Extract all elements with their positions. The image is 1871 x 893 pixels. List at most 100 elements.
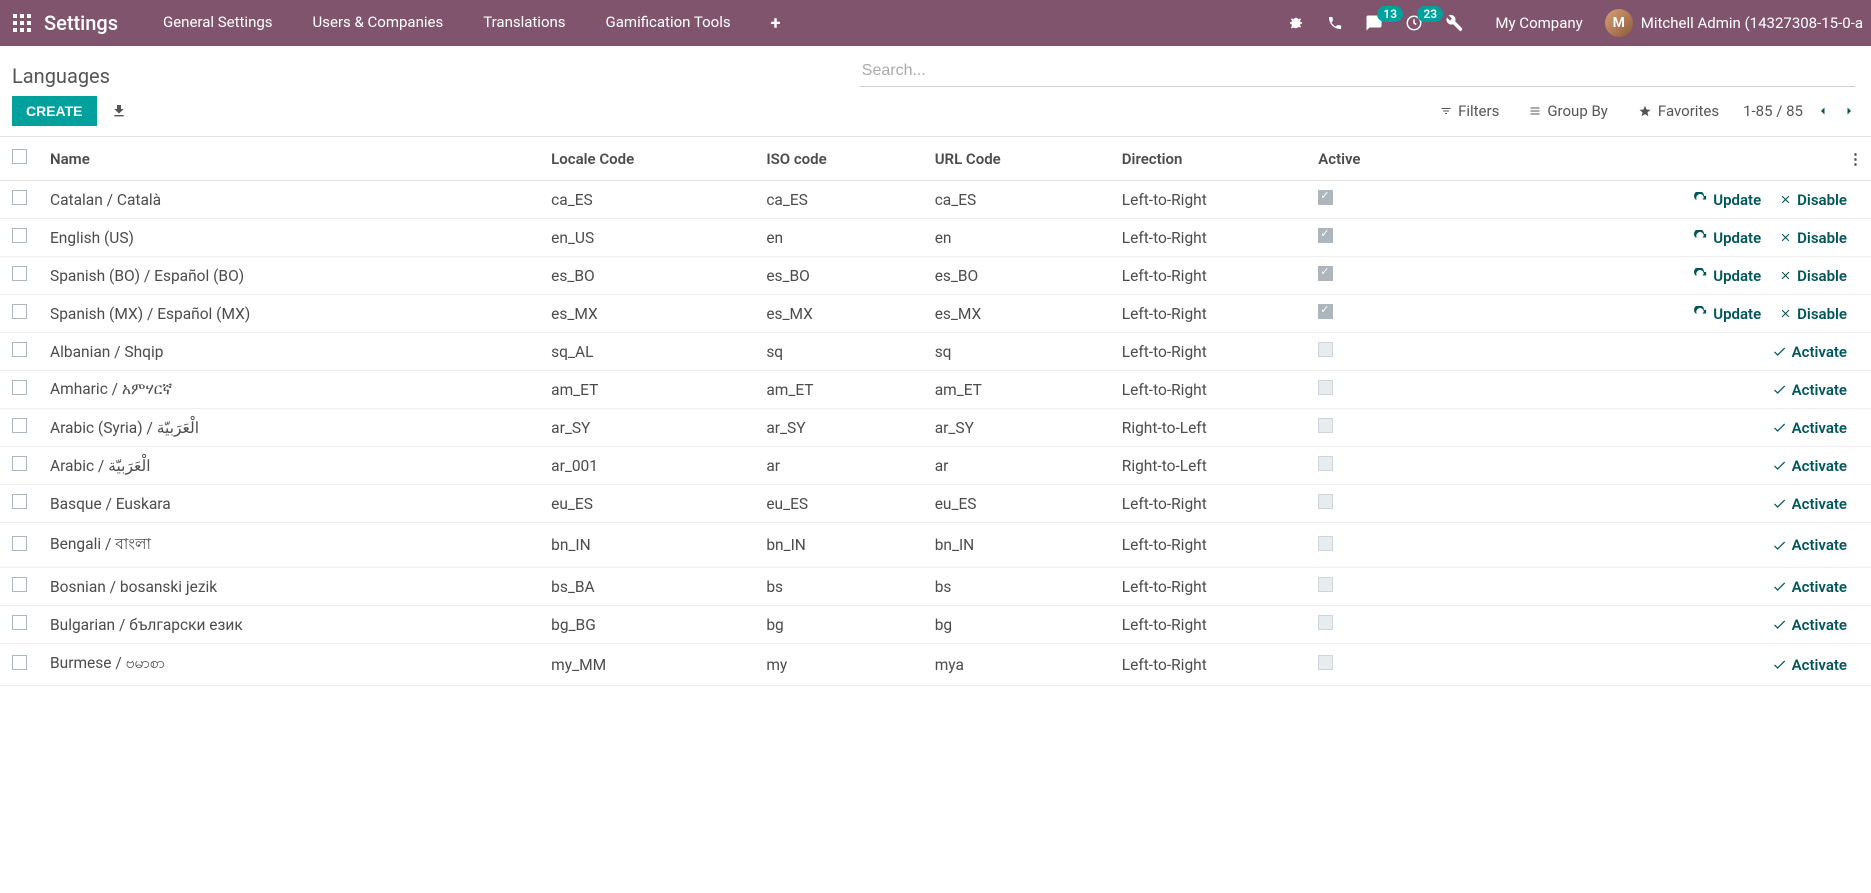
- cell-active: [1310, 333, 1469, 371]
- row-checkbox[interactable]: [12, 456, 27, 471]
- row-checkbox[interactable]: [12, 615, 27, 630]
- row-checkbox[interactable]: [12, 418, 27, 433]
- activate-button[interactable]: Activate: [1772, 457, 1847, 475]
- row-checkbox[interactable]: [12, 494, 27, 509]
- active-checkbox[interactable]: [1318, 304, 1333, 319]
- update-button[interactable]: Update: [1693, 267, 1761, 285]
- user-menu[interactable]: M Mitchell Admin (14327308-15-0-a: [1605, 9, 1863, 37]
- row-checkbox[interactable]: [12, 342, 27, 357]
- active-checkbox[interactable]: [1318, 342, 1333, 357]
- menu-gamification[interactable]: Gamification Tools: [606, 13, 731, 34]
- page-title: Languages: [12, 56, 110, 88]
- active-checkbox[interactable]: [1318, 615, 1333, 630]
- messages-icon[interactable]: 13: [1365, 14, 1383, 32]
- col-locale[interactable]: Locale Code: [543, 137, 758, 181]
- table-row[interactable]: Bosnian / bosanski jezikbs_BAbsbsLeft-to…: [0, 568, 1871, 606]
- cell-locale: bg_BG: [543, 606, 758, 644]
- table-row[interactable]: Arabic / الْعَرَبيّةar_001ararRight-to-L…: [0, 447, 1871, 485]
- update-button[interactable]: Update: [1693, 229, 1761, 247]
- groupby-label: Group By: [1547, 102, 1608, 120]
- activate-button[interactable]: Activate: [1772, 578, 1847, 596]
- company-selector[interactable]: My Company: [1495, 14, 1582, 32]
- columns-more-icon[interactable]: ⋮: [1840, 137, 1871, 181]
- create-button[interactable]: CREATE: [12, 96, 97, 126]
- activate-button[interactable]: Activate: [1772, 656, 1847, 674]
- active-checkbox[interactable]: [1318, 190, 1333, 205]
- active-checkbox[interactable]: [1318, 228, 1333, 243]
- active-checkbox[interactable]: [1318, 655, 1333, 670]
- groupby-button[interactable]: Group By: [1529, 102, 1608, 120]
- col-direction[interactable]: Direction: [1114, 137, 1310, 181]
- col-url[interactable]: URL Code: [927, 137, 1114, 181]
- table-row[interactable]: English (US)en_USenenLeft-to-RightUpdate…: [0, 219, 1871, 257]
- row-checkbox[interactable]: [12, 304, 27, 319]
- active-checkbox[interactable]: [1318, 266, 1333, 281]
- filters-button[interactable]: Filters: [1440, 102, 1499, 120]
- col-name[interactable]: Name: [38, 137, 543, 181]
- menu-users-companies[interactable]: Users & Companies: [313, 13, 444, 34]
- row-checkbox[interactable]: [12, 577, 27, 592]
- activities-icon[interactable]: 23: [1405, 14, 1423, 32]
- update-button[interactable]: Update: [1693, 305, 1761, 323]
- phone-icon[interactable]: [1327, 15, 1343, 31]
- table-row[interactable]: Amharic / አምሃርኛam_ETam_ETam_ETLeft-to-Ri…: [0, 371, 1871, 409]
- cell-url: mya: [927, 644, 1114, 686]
- menu-translations[interactable]: Translations: [483, 13, 565, 34]
- row-checkbox[interactable]: [12, 228, 27, 243]
- menu-general-settings[interactable]: General Settings: [163, 13, 273, 34]
- activate-button[interactable]: Activate: [1772, 343, 1847, 361]
- cell-active: [1310, 371, 1469, 409]
- disable-button[interactable]: Disable: [1779, 191, 1847, 209]
- table-row[interactable]: Basque / Euskaraeu_ESeu_ESeu_ESLeft-to-R…: [0, 485, 1871, 523]
- active-checkbox[interactable]: [1318, 456, 1333, 471]
- bug-icon[interactable]: [1287, 14, 1305, 32]
- pager-next[interactable]: [1843, 104, 1855, 118]
- table-row[interactable]: Bulgarian / български езикbg_BGbgbgLeft-…: [0, 606, 1871, 644]
- table-row[interactable]: Bengali / বাংলাbn_INbn_INbn_INLeft-to-Ri…: [0, 523, 1871, 568]
- active-checkbox[interactable]: [1318, 577, 1333, 592]
- row-checkbox[interactable]: [12, 190, 27, 205]
- row-checkbox[interactable]: [12, 655, 27, 670]
- cell-iso: en: [758, 219, 926, 257]
- table-row[interactable]: Spanish (MX) / Español (MX)es_MXes_MXes_…: [0, 295, 1871, 333]
- active-checkbox[interactable]: [1318, 494, 1333, 509]
- cell-direction: Left-to-Right: [1114, 523, 1310, 568]
- active-checkbox[interactable]: [1318, 380, 1333, 395]
- pager-prev[interactable]: [1817, 104, 1829, 118]
- cell-active: [1310, 409, 1469, 447]
- table-row[interactable]: Catalan / Catalàca_ESca_ESca_ESLeft-to-R…: [0, 181, 1871, 219]
- activate-button[interactable]: Activate: [1772, 536, 1847, 554]
- table-row[interactable]: Burmese / ဗမာစာmy_MMmymyaLeft-to-RightAc…: [0, 644, 1871, 686]
- disable-button[interactable]: Disable: [1779, 229, 1847, 247]
- brand-title[interactable]: Settings: [44, 11, 118, 35]
- table-row[interactable]: Albanian / Shqipsq_ALsqsqLeft-to-RightAc…: [0, 333, 1871, 371]
- active-checkbox[interactable]: [1318, 536, 1333, 551]
- menu-add[interactable]: +: [771, 13, 781, 34]
- pager-text: 1-85 / 85: [1743, 102, 1803, 120]
- col-active[interactable]: Active: [1310, 137, 1469, 181]
- import-button[interactable]: [111, 103, 127, 119]
- cell-locale: am_ET: [543, 371, 758, 409]
- col-iso[interactable]: ISO code: [758, 137, 926, 181]
- table-row[interactable]: Arabic (Syria) / الْعَرَبيّةar_SYar_SYar…: [0, 409, 1871, 447]
- row-checkbox[interactable]: [12, 536, 27, 551]
- select-all-checkbox[interactable]: [12, 149, 27, 164]
- table-row[interactable]: Spanish (BO) / Español (BO)es_BOes_BOes_…: [0, 257, 1871, 295]
- row-checkbox[interactable]: [12, 266, 27, 281]
- disable-button[interactable]: Disable: [1779, 305, 1847, 323]
- apps-icon[interactable]: [8, 9, 36, 37]
- cell-iso: eu_ES: [758, 485, 926, 523]
- row-checkbox[interactable]: [12, 380, 27, 395]
- activate-button[interactable]: Activate: [1772, 419, 1847, 437]
- activate-button[interactable]: Activate: [1772, 616, 1847, 634]
- activate-button[interactable]: Activate: [1772, 495, 1847, 513]
- control-panel: CREATE Filters Group By Favorites 1-85 /…: [0, 88, 1871, 137]
- search-input[interactable]: [860, 56, 1855, 87]
- disable-button[interactable]: Disable: [1779, 267, 1847, 285]
- active-checkbox[interactable]: [1318, 418, 1333, 433]
- activate-button[interactable]: Activate: [1772, 381, 1847, 399]
- favorites-button[interactable]: Favorites: [1638, 102, 1719, 120]
- tools-icon[interactable]: [1445, 14, 1463, 32]
- cell-url: ar: [927, 447, 1114, 485]
- update-button[interactable]: Update: [1693, 191, 1761, 209]
